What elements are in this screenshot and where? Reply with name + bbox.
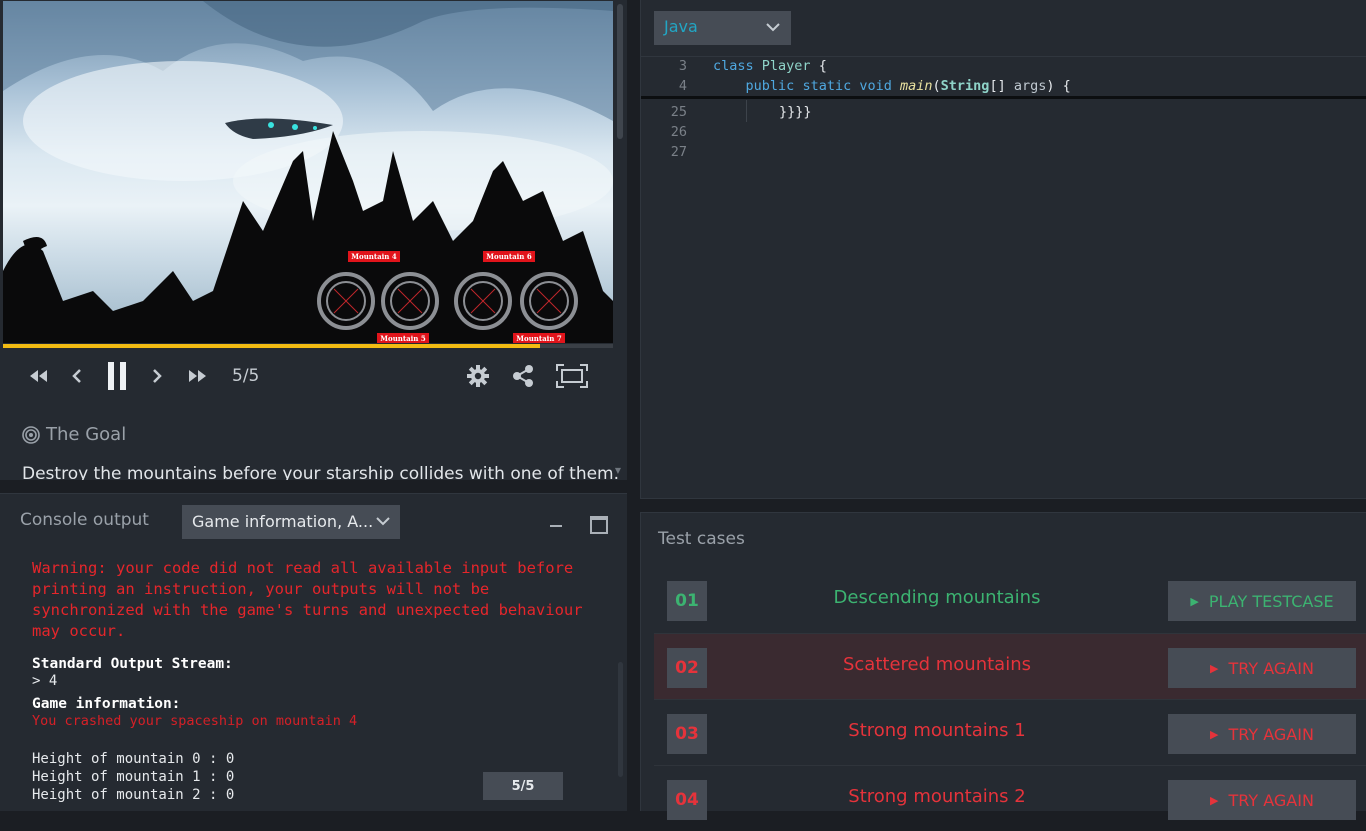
- test-case-row[interactable]: 01 Descending mountains ▶ PLAY TESTCASE: [654, 567, 1366, 633]
- test-case-number: 04: [667, 780, 707, 820]
- game-scene-art: Mountain 4 Mountain 6 Mountain 5 Mountai…: [3, 1, 613, 343]
- goal-heading: The Goal: [22, 424, 126, 445]
- code-line[interactable]: 27: [641, 144, 1366, 164]
- test-case-name: Strong mountains 1: [848, 720, 1026, 741]
- language-select[interactable]: Java: [654, 11, 791, 45]
- sticky-scroll-shadow: [641, 96, 1366, 99]
- test-cases-panel: Test cases 01 Descending mountains ▶ PLA…: [640, 512, 1366, 820]
- test-case-number: 02: [667, 648, 707, 688]
- test-case-row[interactable]: 02 Scattered mountains ▶ TRY AGAIN: [654, 633, 1366, 699]
- height-line: Height of mountain 0 : 0: [32, 751, 235, 767]
- test-case-name: Scattered mountains: [842, 654, 1031, 675]
- console-panel: Console output Game information, A... Wa…: [0, 493, 627, 811]
- pause-icon[interactable]: [104, 356, 130, 396]
- try-again-button[interactable]: ▶ TRY AGAIN: [1168, 714, 1356, 754]
- maximize-icon[interactable]: [590, 516, 608, 534]
- play-icon: ▶: [1210, 793, 1219, 807]
- minimize-icon[interactable]: [548, 512, 564, 528]
- console-title: Console output: [20, 510, 149, 530]
- step-forward-icon[interactable]: [146, 356, 168, 396]
- test-case-row[interactable]: 03 Strong mountains 1 ▶ TRY AGAIN: [654, 699, 1366, 765]
- fullscreen-icon[interactable]: [555, 356, 589, 396]
- goal-heading-label: The Goal: [46, 424, 127, 445]
- play-icon: ▶: [1210, 727, 1219, 741]
- step-back-icon[interactable]: [66, 356, 88, 396]
- line-number: 3: [678, 58, 687, 74]
- console-filter-select[interactable]: Game information, A...: [182, 505, 400, 539]
- scene-label: Mountain 5: [380, 334, 426, 343]
- editor-divider: [641, 56, 1366, 57]
- button-label: TRY AGAIN: [1228, 658, 1314, 678]
- scene-label: Mountain 7: [516, 334, 562, 343]
- play-icon: ▶: [1210, 661, 1219, 675]
- target-icon: [22, 425, 40, 444]
- chevron-down-icon: [376, 517, 390, 526]
- viewer-scrollbar[interactable]: [617, 4, 623, 139]
- test-cases-title: Test cases: [658, 529, 745, 549]
- frame-counter: 5/5: [232, 366, 260, 386]
- progress-bar[interactable]: [3, 344, 613, 348]
- test-case-row[interactable]: 04 Strong mountains 2 ▶ TRY AGAIN: [654, 765, 1366, 831]
- code-line[interactable]: 3 class Player {: [641, 58, 1366, 78]
- chevron-down-icon: [766, 23, 780, 32]
- fast-forward-icon[interactable]: [184, 356, 212, 396]
- test-case-name: Strong mountains 2: [848, 786, 1026, 807]
- console-filter-value: Game information, A...: [192, 512, 374, 531]
- playback-controls: 5/5: [0, 356, 627, 396]
- goal-description: Destroy the mountains before your starsh…: [22, 464, 620, 480]
- test-case-name: Descending mountains: [833, 587, 1041, 608]
- line-number: 26: [670, 124, 687, 140]
- button-label: TRY AGAIN: [1228, 790, 1314, 810]
- share-icon[interactable]: [510, 356, 536, 396]
- rewind-icon[interactable]: [24, 356, 52, 396]
- console-frame-badge[interactable]: 5/5: [483, 772, 563, 800]
- language-value: Java: [664, 17, 698, 36]
- warning-message: Warning: your code did not read all avai…: [32, 559, 592, 640]
- code-line[interactable]: 4 public static void main(String[] args)…: [641, 78, 1366, 98]
- test-case-number: 01: [667, 581, 707, 621]
- stdout-title: Standard Output Stream:: [32, 656, 233, 672]
- try-again-button[interactable]: ▶ TRY AGAIN: [1168, 648, 1356, 688]
- indent-guide: [746, 100, 747, 122]
- button-label: PLAY TESTCASE: [1208, 591, 1334, 611]
- code-line[interactable]: 25 }}}}: [641, 104, 1366, 124]
- code-line[interactable]: 26: [641, 124, 1366, 144]
- progress-fill: [3, 344, 540, 348]
- scroll-down-arrow-icon[interactable]: ▼: [615, 466, 621, 475]
- play-testcase-button[interactable]: ▶ PLAY TESTCASE: [1168, 581, 1356, 621]
- game-viewer-panel: Mountain 4 Mountain 6 Mountain 5 Mountai…: [0, 0, 628, 480]
- code-editor-panel: Java 3 class Player { 4 public static vo…: [640, 0, 1366, 499]
- line-number: 4: [678, 78, 687, 94]
- scene-label: Mountain 6: [486, 252, 532, 261]
- button-label: TRY AGAIN: [1228, 724, 1314, 744]
- code-text: }}}}: [779, 104, 812, 120]
- play-icon: ▶: [1190, 594, 1199, 608]
- gear-icon[interactable]: [464, 356, 492, 396]
- console-scrollbar[interactable]: [618, 662, 623, 777]
- game-scene[interactable]: Mountain 4 Mountain 6 Mountain 5 Mountai…: [3, 1, 613, 343]
- gameinfo-line: You crashed your spaceship on mountain 4: [32, 713, 358, 729]
- line-number: 27: [670, 144, 687, 160]
- try-again-button[interactable]: ▶ TRY AGAIN: [1168, 780, 1356, 820]
- console-output: Warning: your code did not read all avai…: [32, 558, 612, 804]
- test-case-number: 03: [667, 714, 707, 754]
- line-number: 25: [670, 104, 687, 120]
- stdout-line: > 4: [32, 673, 58, 689]
- gameinfo-title: Game information:: [32, 696, 181, 712]
- scene-label: Mountain 4: [351, 252, 397, 261]
